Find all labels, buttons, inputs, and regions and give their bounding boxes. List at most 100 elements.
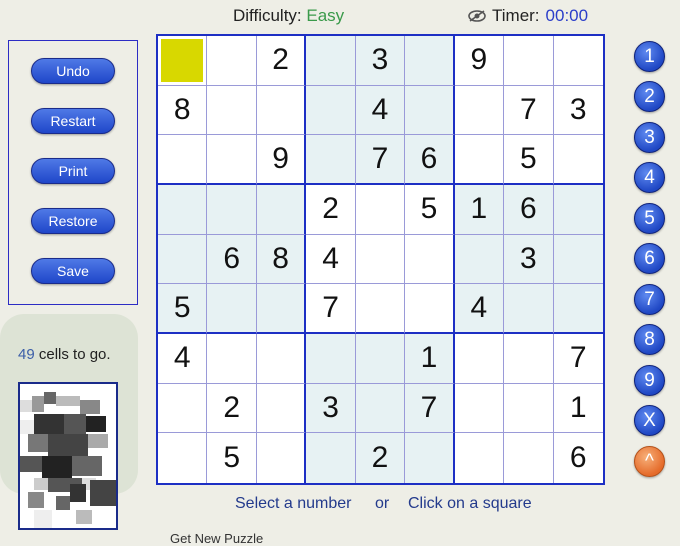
grid-cell-r6c2[interactable] (207, 284, 257, 334)
grid-cell-r6c3[interactable] (256, 284, 307, 334)
palette-number-7[interactable]: 7 (634, 284, 665, 315)
grid-cell-r3c8[interactable]: 5 (504, 135, 554, 185)
grid-cell-r4c1[interactable] (158, 185, 208, 235)
grid-cell-r8c4[interactable]: 3 (306, 383, 356, 434)
palette-number-6[interactable]: 6 (634, 243, 665, 274)
grid-cell-r2c6[interactable] (405, 85, 455, 136)
grid-cell-r9c7[interactable] (454, 433, 505, 483)
restore-button[interactable]: Restore (31, 208, 115, 234)
grid-cell-r5c5[interactable] (355, 234, 406, 285)
grid-cell-r9c6[interactable] (405, 433, 455, 483)
grid-cell-r5c1[interactable] (158, 234, 208, 285)
grid-cell-r7c6[interactable]: 1 (405, 334, 455, 384)
grid-cell-r5c2[interactable]: 6 (207, 234, 257, 285)
grid-cell-r8c1[interactable] (158, 383, 208, 434)
grid-cell-r1c5[interactable]: 3 (355, 36, 406, 86)
grid-cell-r6c6[interactable] (405, 284, 455, 334)
timer-label: Timer: (492, 6, 540, 25)
grid-cell-r1c4[interactable] (306, 36, 356, 86)
grid-cell-r4c4[interactable]: 2 (306, 185, 356, 235)
hide-timer-icon[interactable] (468, 10, 486, 22)
print-button[interactable]: Print (31, 158, 115, 184)
grid-cell-r3c1[interactable] (158, 135, 208, 185)
grid-cell-r2c1[interactable]: 8 (158, 85, 208, 136)
grid-cell-r4c8[interactable]: 6 (504, 185, 554, 235)
grid-cell-r1c6[interactable] (405, 36, 455, 86)
grid-cell-r8c9[interactable]: 1 (553, 383, 603, 434)
grid-cell-r6c8[interactable] (504, 284, 554, 334)
new-puzzle-link[interactable]: Get New Puzzle (170, 531, 263, 546)
grid-cell-r6c7[interactable]: 4 (454, 284, 505, 334)
grid-cell-r3c6[interactable]: 6 (405, 135, 455, 185)
grid-cell-r1c7[interactable]: 9 (454, 36, 505, 86)
grid-cell-r9c1[interactable] (158, 433, 208, 483)
grid-cell-r7c1[interactable]: 4 (158, 334, 208, 384)
grid-cell-r7c9[interactable]: 7 (553, 334, 603, 384)
palette-scroll-up-button[interactable]: ^ (634, 446, 665, 477)
grid-cell-r5c4[interactable]: 4 (306, 234, 356, 285)
grid-cell-r5c9[interactable] (553, 234, 603, 285)
grid-cell-r3c7[interactable] (454, 135, 505, 185)
grid-cell-r8c5[interactable] (355, 383, 406, 434)
grid-cell-r1c1[interactable] (158, 36, 208, 86)
grid-cell-r9c8[interactable] (504, 433, 554, 483)
grid-cell-r4c2[interactable] (207, 185, 257, 235)
grid-cell-r7c4[interactable] (306, 334, 356, 384)
grid-cell-r7c8[interactable] (504, 334, 554, 384)
grid-cell-r5c6[interactable] (405, 234, 455, 285)
save-button[interactable]: Save (31, 258, 115, 284)
grid-cell-r7c3[interactable] (256, 334, 307, 384)
grid-cell-r9c3[interactable] (256, 433, 307, 483)
grid-cell-r2c3[interactable] (256, 85, 307, 136)
palette-number-2[interactable]: 2 (634, 81, 665, 112)
grid-cell-r2c9[interactable]: 3 (553, 85, 603, 136)
grid-cell-r5c7[interactable] (454, 234, 505, 285)
grid-cell-r3c5[interactable]: 7 (355, 135, 406, 185)
palette-number-4[interactable]: 4 (634, 162, 665, 193)
grid-cell-r4c3[interactable] (256, 185, 307, 235)
palette-clear-button[interactable]: X (634, 405, 665, 436)
grid-cell-r3c9[interactable] (553, 135, 603, 185)
grid-cell-r9c4[interactable] (306, 433, 356, 483)
grid-cell-r9c5[interactable]: 2 (355, 433, 406, 483)
restart-button[interactable]: Restart (31, 108, 115, 134)
grid-cell-r1c3[interactable]: 2 (256, 36, 307, 86)
grid-cell-r9c2[interactable]: 5 (207, 433, 257, 483)
grid-cell-r2c2[interactable] (207, 85, 257, 136)
grid-cell-r4c7[interactable]: 1 (454, 185, 505, 235)
grid-cell-r6c5[interactable] (355, 284, 406, 334)
grid-cell-r6c1[interactable]: 5 (158, 284, 208, 334)
grid-cell-r8c6[interactable]: 7 (405, 383, 455, 434)
undo-button[interactable]: Undo (31, 58, 115, 84)
grid-cell-r7c2[interactable] (207, 334, 257, 384)
grid-cell-r3c2[interactable] (207, 135, 257, 185)
grid-cell-r1c8[interactable] (504, 36, 554, 86)
grid-cell-r4c9[interactable] (553, 185, 603, 235)
grid-cell-r7c5[interactable] (355, 334, 406, 384)
grid-cell-r5c8[interactable]: 3 (504, 234, 554, 285)
grid-cell-r8c3[interactable] (256, 383, 307, 434)
grid-cell-r2c4[interactable] (306, 85, 356, 136)
grid-cell-r3c3[interactable]: 9 (256, 135, 307, 185)
palette-number-8[interactable]: 8 (634, 324, 665, 355)
grid-cell-r8c7[interactable] (454, 383, 505, 434)
grid-cell-r1c2[interactable] (207, 36, 257, 86)
grid-cell-r2c8[interactable]: 7 (504, 85, 554, 136)
grid-cell-r1c9[interactable] (553, 36, 603, 86)
grid-cell-r5c3[interactable]: 8 (256, 234, 307, 285)
grid-cell-r7c7[interactable] (454, 334, 505, 384)
palette-number-5[interactable]: 5 (634, 203, 665, 234)
grid-cell-r4c6[interactable]: 5 (405, 185, 455, 235)
grid-cell-r4c5[interactable] (355, 185, 406, 235)
grid-cell-r8c2[interactable]: 2 (207, 383, 257, 434)
palette-number-9[interactable]: 9 (634, 365, 665, 396)
grid-cell-r9c9[interactable]: 6 (553, 433, 603, 483)
grid-cell-r2c7[interactable] (454, 85, 505, 136)
palette-number-1[interactable]: 1 (634, 41, 665, 72)
grid-cell-r8c8[interactable] (504, 383, 554, 434)
palette-number-3[interactable]: 3 (634, 122, 665, 153)
grid-cell-r6c9[interactable] (553, 284, 603, 334)
grid-cell-r2c5[interactable]: 4 (355, 85, 406, 136)
grid-cell-r3c4[interactable] (306, 135, 356, 185)
grid-cell-r6c4[interactable]: 7 (306, 284, 356, 334)
